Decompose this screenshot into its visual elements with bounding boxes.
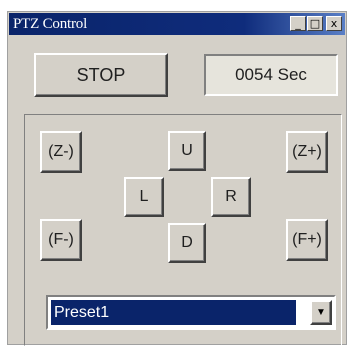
zoom-in-label: (Z+) bbox=[292, 143, 322, 160]
close-icon: x bbox=[330, 17, 338, 30]
preset-dropdown-button[interactable]: ▼ bbox=[310, 300, 332, 325]
preset-selected-value[interactable]: Preset1 bbox=[51, 300, 296, 325]
close-button[interactable]: x bbox=[326, 16, 342, 31]
ptz-control-window: PTZ Control _ □ x STOP 0054 Sec (Z-) (Z+… bbox=[7, 11, 347, 346]
stop-button-label: STOP bbox=[76, 64, 126, 85]
timer-display: 0054 Sec bbox=[204, 54, 338, 96]
pan-right-button[interactable]: R bbox=[211, 177, 251, 217]
pan-down-button[interactable]: D bbox=[168, 223, 206, 263]
pan-left-button[interactable]: L bbox=[124, 177, 164, 217]
chevron-down-icon: ▼ bbox=[316, 307, 326, 318]
maximize-icon: □ bbox=[309, 17, 321, 30]
pan-left-label: L bbox=[139, 188, 149, 205]
zoom-out-button[interactable]: (Z-) bbox=[40, 131, 82, 173]
window-title: PTZ Control bbox=[13, 16, 88, 32]
minimize-icon: _ bbox=[295, 17, 301, 30]
timer-text: 0054 Sec bbox=[235, 65, 307, 84]
preset-select[interactable]: Preset1 ▼ bbox=[46, 295, 336, 330]
pan-right-label: R bbox=[225, 188, 237, 205]
zoom-out-label: (Z-) bbox=[48, 143, 74, 160]
focus-far-label: (F+) bbox=[292, 231, 322, 248]
focus-near-button[interactable]: (F-) bbox=[40, 219, 82, 261]
zoom-in-button[interactable]: (Z+) bbox=[286, 131, 328, 173]
pan-down-label: D bbox=[181, 234, 193, 251]
minimize-button[interactable]: _ bbox=[290, 16, 306, 31]
focus-near-label: (F-) bbox=[48, 231, 74, 248]
maximize-button[interactable]: □ bbox=[307, 16, 323, 31]
title-bar[interactable]: PTZ Control _ □ x bbox=[9, 13, 345, 35]
pan-up-label: U bbox=[181, 142, 193, 159]
pan-up-button[interactable]: U bbox=[168, 131, 206, 171]
stop-button[interactable]: STOP bbox=[34, 53, 168, 97]
focus-far-button[interactable]: (F+) bbox=[286, 219, 328, 261]
